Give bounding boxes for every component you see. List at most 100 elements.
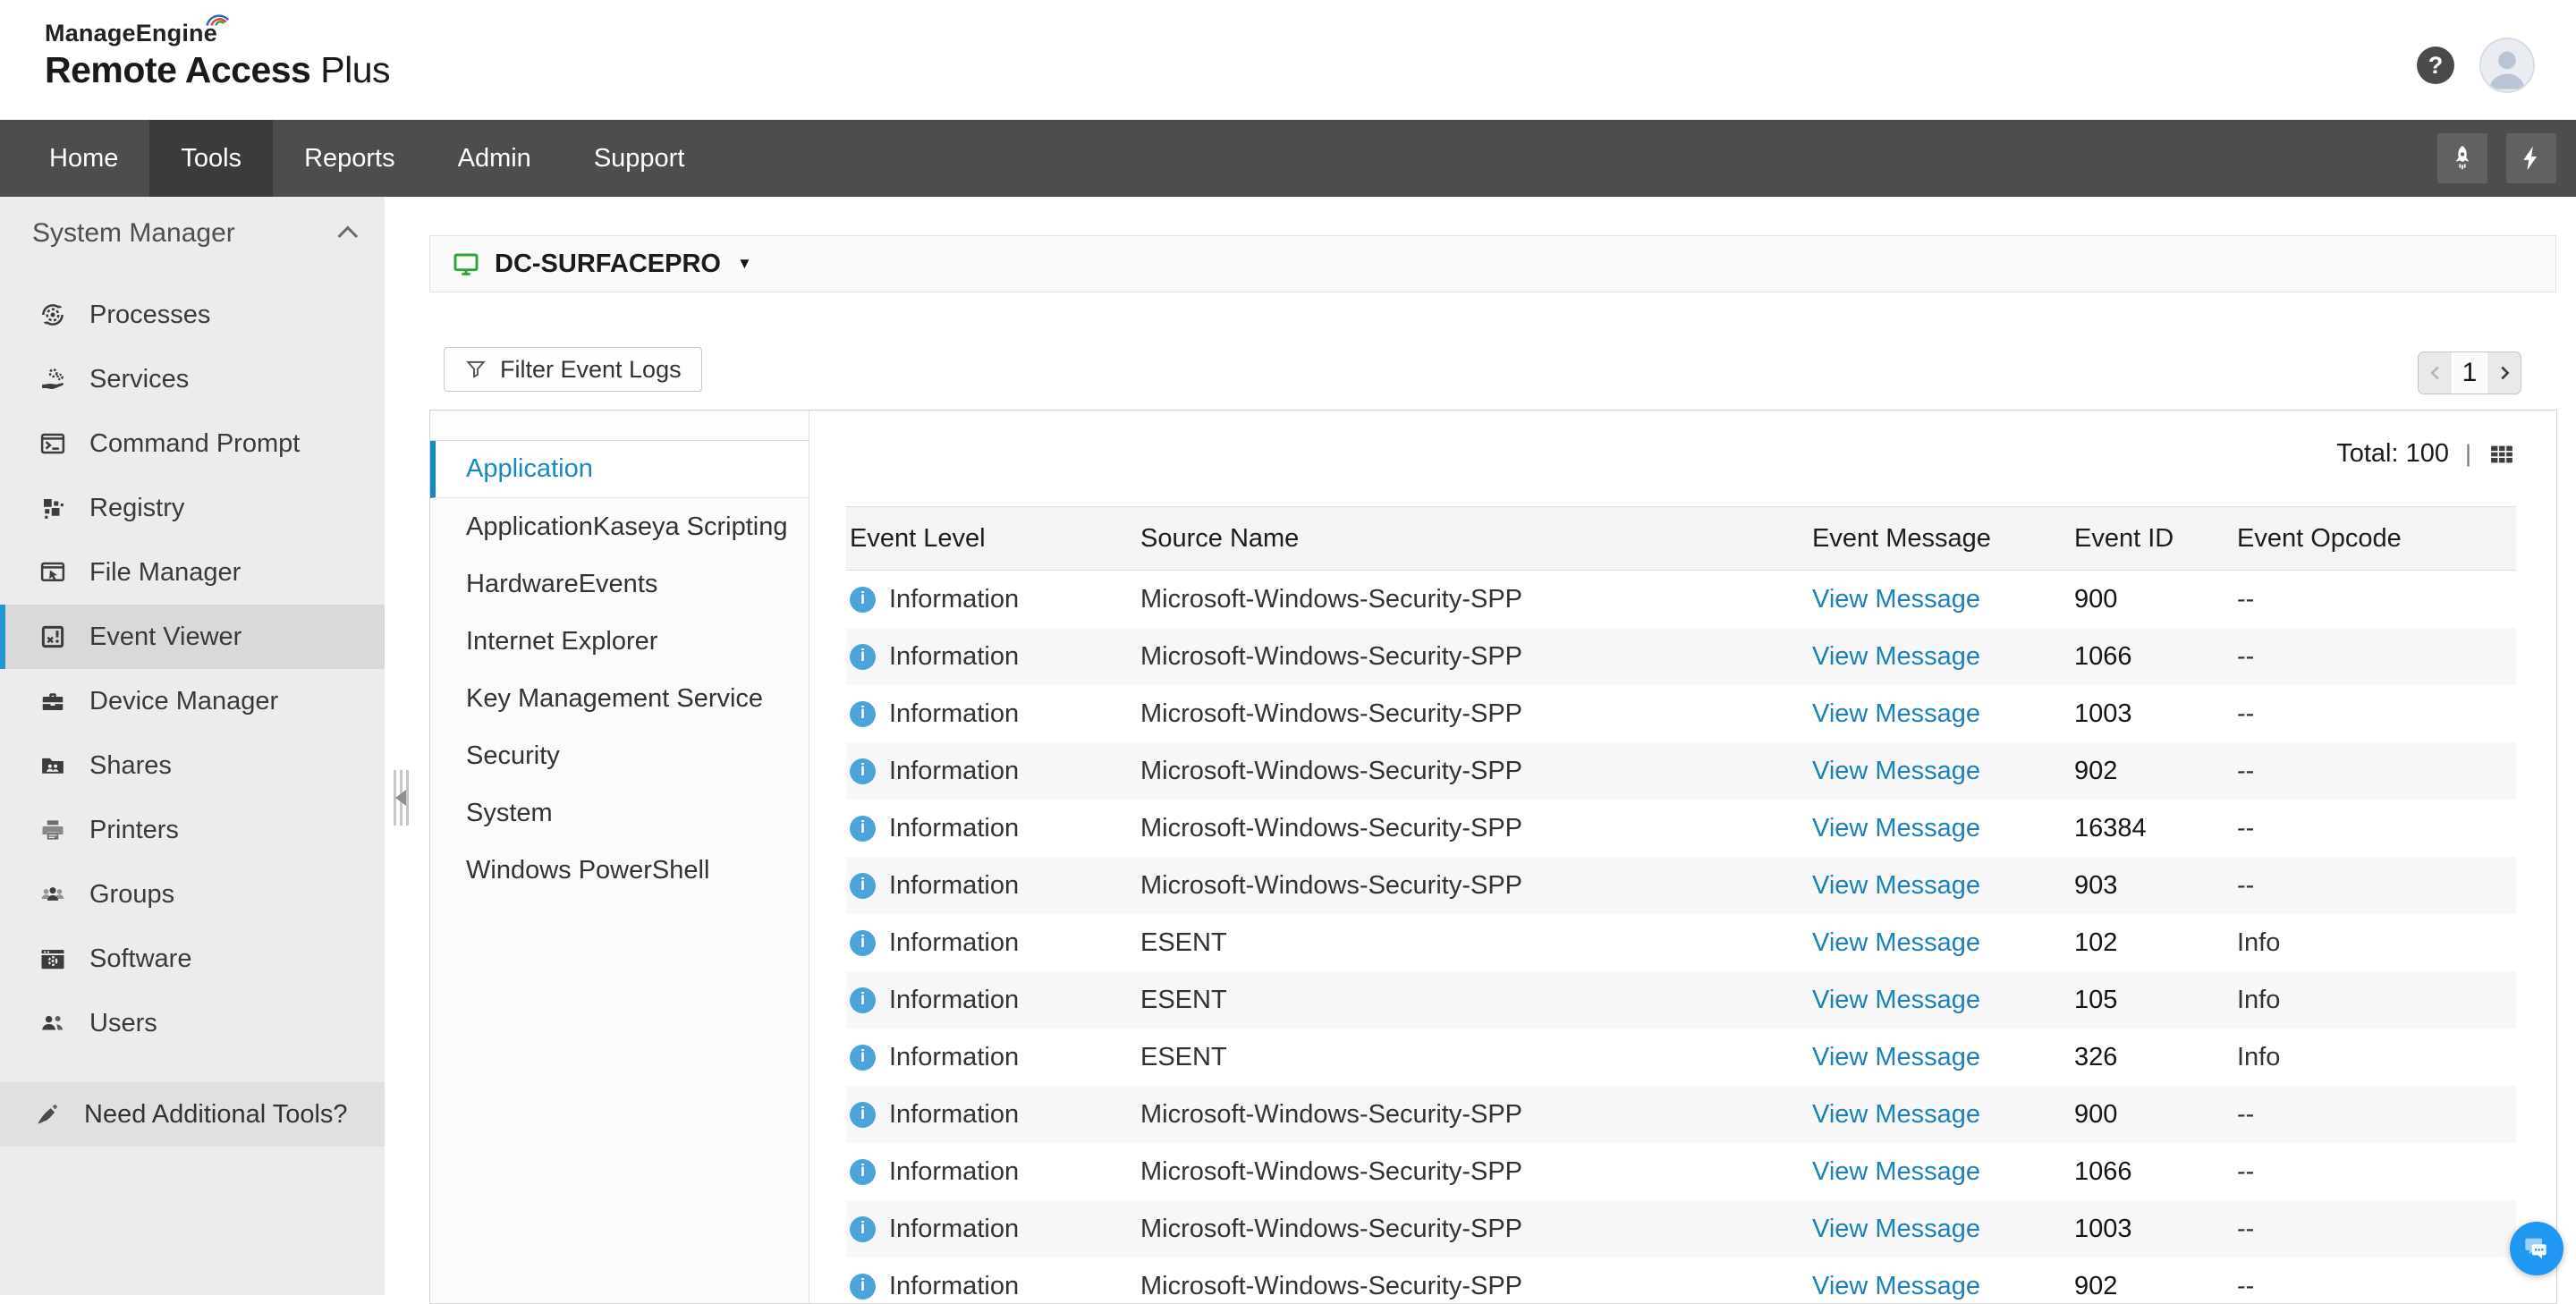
sidebar-item-label: File Manager	[89, 558, 241, 588]
sidebar-item-registry[interactable]: Registry	[0, 476, 385, 540]
page-next-button[interactable]	[2487, 352, 2521, 394]
view-message-link[interactable]: View Message	[1809, 1157, 2071, 1187]
event-opcode-cell: --	[2233, 1272, 2516, 1301]
tab-security[interactable]: Security	[430, 727, 809, 784]
info-circle-icon: i	[850, 1045, 876, 1071]
sidebar-item-users[interactable]: Users	[0, 991, 385, 1055]
event-level-text: Information	[889, 642, 1019, 672]
nav-item-reports[interactable]: Reports	[273, 120, 427, 197]
event-level-text: Information	[889, 699, 1019, 729]
info-circle-icon: i	[850, 1102, 876, 1128]
filter-event-logs-button[interactable]: Filter Event Logs	[444, 347, 702, 392]
nav-item-tools[interactable]: Tools	[149, 120, 273, 197]
page-prev-button[interactable]	[2419, 352, 2452, 394]
source-name-cell: Microsoft-Windows-Security-SPP	[1137, 642, 1809, 672]
view-message-link[interactable]: View Message	[1809, 1272, 2071, 1301]
column-header-event-message: Event Message	[1809, 524, 2071, 554]
chevron-left-icon	[2426, 363, 2445, 383]
sidebar-item-file-manager[interactable]: File Manager	[0, 540, 385, 605]
source-name-cell: ESENT	[1137, 986, 1809, 1015]
event-id-cell: 1066	[2071, 1157, 2233, 1187]
sidebar-item-event-viewer[interactable]: Event Viewer	[0, 605, 385, 669]
tab-application[interactable]: Application	[430, 441, 809, 498]
table-header: Event LevelSource NameEvent MessageEvent…	[846, 506, 2516, 571]
monitor-icon	[452, 250, 480, 278]
tools-sidebar: System Manager ProcessesServicesCommand …	[0, 197, 385, 1295]
brand-manageengine: ManageEngine	[45, 20, 217, 47]
nav-item-support[interactable]: Support	[563, 120, 716, 197]
event-level-cell: iInformation	[846, 585, 1137, 614]
sidebar-item-processes[interactable]: Processes	[0, 283, 385, 347]
brand-suffix-text: Plus	[320, 49, 390, 90]
view-message-link[interactable]: View Message	[1809, 1043, 2071, 1072]
groups-icon	[39, 881, 70, 908]
table-row: iInformationESENTView Message105Info	[846, 971, 2516, 1029]
table-row: iInformationMicrosoft-Windows-Security-S…	[846, 742, 2516, 800]
tab-internet-explorer[interactable]: Internet Explorer	[430, 613, 809, 670]
event-opcode-cell: --	[2233, 1215, 2516, 1244]
view-message-link[interactable]: View Message	[1809, 699, 2071, 729]
sidebar-item-label: Event Viewer	[89, 622, 242, 652]
event-id-cell: 16384	[2071, 814, 2233, 843]
file-manager-icon	[39, 559, 70, 586]
brand-logo: ManageEngine Remote Access Plus	[45, 20, 390, 91]
help-icon[interactable]: ?	[2417, 47, 2454, 84]
sidebar-item-services[interactable]: Services	[0, 347, 385, 411]
sidebar-item-device-manager[interactable]: Device Manager	[0, 669, 385, 733]
event-level-cell: iInformation	[846, 871, 1137, 901]
sidebar-item-command-prompt[interactable]: Command Prompt	[0, 411, 385, 476]
event-level-text: Information	[889, 986, 1019, 1015]
event-id-cell: 900	[2071, 1100, 2233, 1130]
view-message-link[interactable]: View Message	[1809, 928, 2071, 958]
event-id-cell: 326	[2071, 1043, 2233, 1072]
nav-items: HomeToolsReportsAdminSupport	[0, 120, 716, 197]
event-opcode-cell: Info	[2233, 986, 2516, 1015]
sidebar-item-printers[interactable]: Printers	[0, 798, 385, 862]
view-message-link[interactable]: View Message	[1809, 642, 2071, 672]
event-opcode-cell: --	[2233, 699, 2516, 729]
column-chooser-icon[interactable]	[2487, 441, 2516, 468]
sidebar-item-shares[interactable]: Shares	[0, 733, 385, 798]
user-avatar[interactable]	[2479, 38, 2535, 93]
tab-list: ApplicationKaseya ScriptingHardwareEvent…	[430, 498, 809, 899]
page-number[interactable]: 1	[2452, 352, 2487, 394]
sidebar-section-system-manager[interactable]: System Manager	[0, 197, 385, 270]
table-body: iInformationMicrosoft-Windows-Security-S…	[846, 571, 2516, 1303]
sidebar-item-groups[interactable]: Groups	[0, 862, 385, 927]
view-message-link[interactable]: View Message	[1809, 814, 2071, 843]
table-row: iInformationMicrosoft-Windows-Security-S…	[846, 1143, 2516, 1200]
nav-item-home[interactable]: Home	[18, 120, 149, 197]
tab-windows-powershell[interactable]: Windows PowerShell	[430, 842, 809, 899]
person-icon	[2482, 41, 2532, 91]
tab-system[interactable]: System	[430, 784, 809, 842]
live-chat-button[interactable]	[2510, 1222, 2563, 1275]
registry-icon	[39, 495, 70, 521]
nav-item-admin[interactable]: Admin	[427, 120, 563, 197]
tab-hardwareevents[interactable]: HardwareEvents	[430, 555, 809, 613]
tab-applicationkaseya-scripting[interactable]: ApplicationKaseya Scripting	[430, 498, 809, 555]
event-level-text: Information	[889, 1043, 1019, 1072]
sidebar-item-label: Software	[89, 944, 191, 974]
table-row: iInformationMicrosoft-Windows-Security-S…	[846, 1200, 2516, 1257]
source-name-cell: Microsoft-Windows-Security-SPP	[1137, 699, 1809, 729]
event-id-cell: 902	[2071, 757, 2233, 786]
source-name-cell: Microsoft-Windows-Security-SPP	[1137, 1272, 1809, 1301]
info-circle-icon: i	[850, 1159, 876, 1185]
event-opcode-cell: --	[2233, 814, 2516, 843]
device-selector[interactable]: DC-SURFACEPRO ▼	[429, 235, 2556, 292]
view-message-link[interactable]: View Message	[1809, 585, 2071, 614]
tab-key-management-service[interactable]: Key Management Service	[430, 670, 809, 727]
sidebar-item-software[interactable]: Software	[0, 927, 385, 991]
view-message-link[interactable]: View Message	[1809, 1100, 2071, 1130]
event-level-text: Information	[889, 871, 1019, 901]
actions-button[interactable]	[2506, 133, 2556, 183]
sidebar-item-need-additional-tools[interactable]: Need Additional Tools?	[0, 1082, 385, 1147]
source-name-cell: Microsoft-Windows-Security-SPP	[1137, 757, 1809, 786]
view-message-link[interactable]: View Message	[1809, 1215, 2071, 1244]
view-message-link[interactable]: View Message	[1809, 757, 2071, 786]
quick-launch-button[interactable]	[2437, 133, 2487, 183]
view-message-link[interactable]: View Message	[1809, 871, 2071, 901]
table-row: iInformationMicrosoft-Windows-Security-S…	[846, 1257, 2516, 1303]
sidebar-collapse-handle[interactable]	[394, 770, 411, 826]
view-message-link[interactable]: View Message	[1809, 986, 2071, 1015]
